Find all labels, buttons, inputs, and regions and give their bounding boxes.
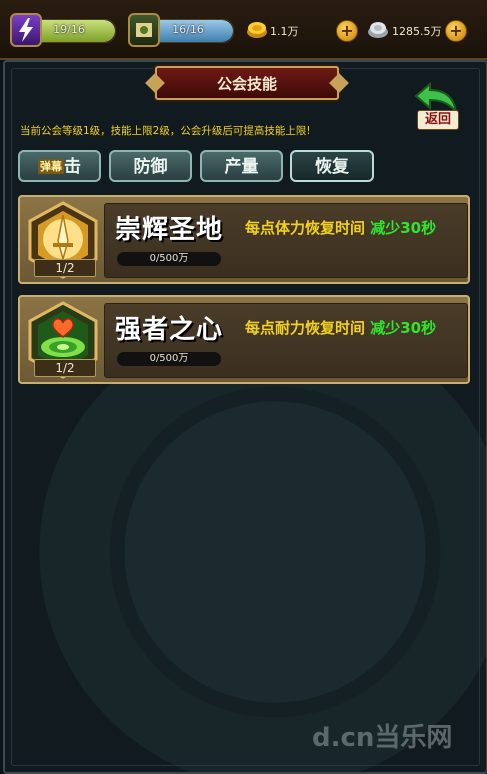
- skill-progress-text: 0/500万: [149, 353, 189, 364]
- tab-defense-label: 防御: [133, 157, 168, 177]
- silver-ingot-icon: [368, 22, 388, 38]
- skill-desc-prefix: 每点体力恢复时间: [245, 219, 366, 237]
- skill-info: 强者之心 0/500万 每点耐力恢复时间 减少30秒: [104, 303, 468, 378]
- skill-desc-highlight: 减少30秒: [370, 319, 437, 337]
- skill-card[interactable]: 1/2 崇辉圣地 0/500万 每点体力恢复时间 减少30秒: [18, 195, 470, 284]
- add-gold-button[interactable]: +: [336, 20, 358, 42]
- skill-progress: 0/500万: [117, 352, 221, 366]
- title-banner: 公会技能: [155, 66, 339, 100]
- tab-attack[interactable]: 弹幕击: [18, 150, 101, 182]
- tab-recover-label: 恢复: [315, 157, 349, 177]
- skill-level: 1/2: [34, 359, 96, 377]
- watermark: d.cn当乐网: [312, 723, 453, 753]
- back-label: 返回: [417, 110, 459, 130]
- lightning-icon: [10, 13, 42, 47]
- skill-desc-highlight: 减少30秒: [370, 219, 437, 237]
- resource-bar: 19/16 16/16 1.1万 + 1285.5万 +: [0, 0, 487, 60]
- gold-coin-icon: [247, 22, 267, 38]
- tab-attack-label: 击: [64, 157, 81, 177]
- skill-description: 每点耐力恢复时间 减少30秒: [245, 317, 460, 340]
- skill-name: 崇辉圣地: [115, 215, 224, 245]
- skill-info: 崇辉圣地 0/500万 每点体力恢复时间 减少30秒: [104, 203, 468, 278]
- skill-progress-text: 0/500万: [149, 253, 189, 264]
- gold-amount: 1.1万: [270, 25, 299, 38]
- add-silver-button[interactable]: +: [445, 20, 467, 42]
- silver-amount: 1285.5万: [392, 25, 442, 38]
- skill-card[interactable]: 1/2 强者之心 0/500万 每点耐力恢复时间 减少30秒: [18, 295, 470, 384]
- tab-defense[interactable]: 防御: [109, 150, 192, 182]
- tab-output[interactable]: 产量: [200, 150, 283, 182]
- scroll-icon: [128, 13, 160, 47]
- guild-level-notice: 当前公会等级1级，技能上限2级，公会升级后可提高技能上限!: [20, 125, 311, 137]
- tab-recover[interactable]: 恢复: [290, 150, 374, 182]
- skill-description: 每点体力恢复时间 减少30秒: [245, 217, 460, 240]
- page-title: 公会技能: [216, 75, 277, 93]
- tab-attack-prefix: 弹幕: [38, 159, 64, 174]
- tab-output-label: 产量: [224, 157, 259, 177]
- skill-desc-prefix: 每点耐力恢复时间: [245, 319, 366, 337]
- skill-name: 强者之心: [115, 315, 224, 345]
- skill-level: 1/2: [34, 259, 96, 277]
- skill-progress: 0/500万: [117, 252, 221, 266]
